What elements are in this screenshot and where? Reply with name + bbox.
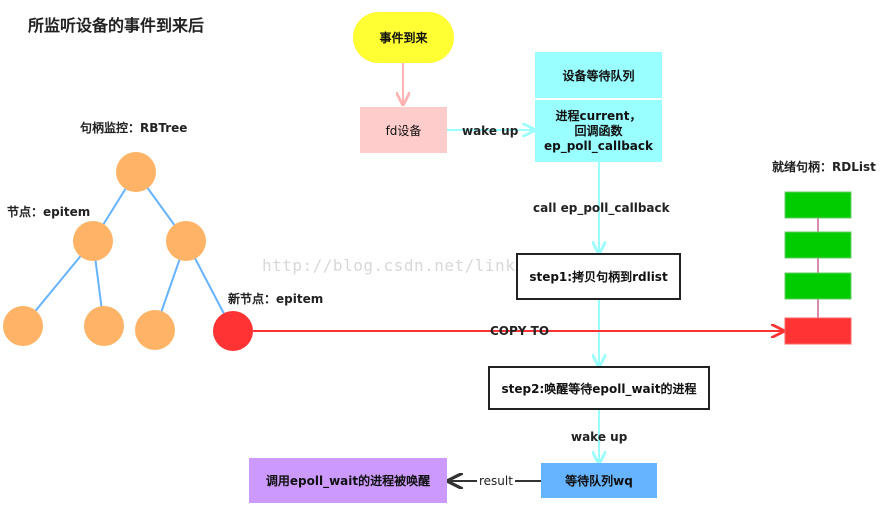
result-label: result [477, 474, 515, 489]
step2-box: step2:唤醒等待epoll_wait的进程 [488, 366, 710, 410]
node-label: 节点：epitem [7, 205, 91, 219]
caller-box: 调用epoll_wait的进程被唤醒 [249, 458, 447, 503]
wait-queue-box: 等待队列wq [541, 463, 657, 498]
tree-node-left [73, 221, 113, 261]
diagram-title: 所监听设备的事件到来后 [28, 16, 205, 35]
new-node-label: 新节点：epitem [228, 292, 324, 306]
rbtree-label: 句柄监控：RBTree [80, 121, 188, 135]
device-queue-header: 设备等待队列 [535, 52, 662, 98]
call-callback-label: call ep_poll_callback [533, 201, 670, 215]
tree-node-root [116, 152, 156, 192]
fd-device-label: fd设备 [385, 123, 422, 138]
tree-node-leaf [135, 310, 175, 350]
process-line: 进程current， [555, 108, 642, 123]
wait-queue-label: 等待队列wq [565, 474, 633, 488]
step2-label: step2:唤醒等待epoll_wait的进程 [501, 381, 697, 396]
tree-node-leaf [3, 306, 43, 346]
step1-label: step1:拷贝句柄到rdlist [529, 270, 668, 284]
epoll-event-diagram: http://blog.csdn.net/linkedin_38454662 所… [0, 0, 885, 511]
process-callback-box: 进程current， 回调函数 ep_poll_callback [535, 100, 662, 162]
wake-up-label-1: wake up [462, 124, 519, 138]
event-node: 事件到来 [353, 12, 454, 63]
device-queue-label: 设备等待队列 [562, 68, 635, 83]
copy-to-label: COPY TO [490, 324, 550, 338]
rdlist-item [784, 272, 852, 300]
callback-line: 回调函数 [574, 123, 623, 138]
rdlist-item [784, 231, 852, 259]
rdlist-item [784, 191, 852, 219]
step1-box: step1:拷贝句柄到rdlist [516, 253, 681, 300]
rdlist-label: 就绪句柄：RDList [772, 160, 876, 174]
rdlist-item-new [784, 317, 852, 345]
wake-up-label-2: wake up [571, 430, 628, 444]
callback-name-line: ep_poll_callback [543, 138, 653, 153]
tree-node-right [166, 221, 206, 261]
event-label: 事件到来 [379, 31, 428, 45]
tree-node-new [213, 311, 253, 351]
tree-node-leaf [84, 306, 124, 346]
fd-device-node: fd设备 [360, 107, 447, 153]
caller-label: 调用epoll_wait的进程被唤醒 [265, 474, 431, 488]
